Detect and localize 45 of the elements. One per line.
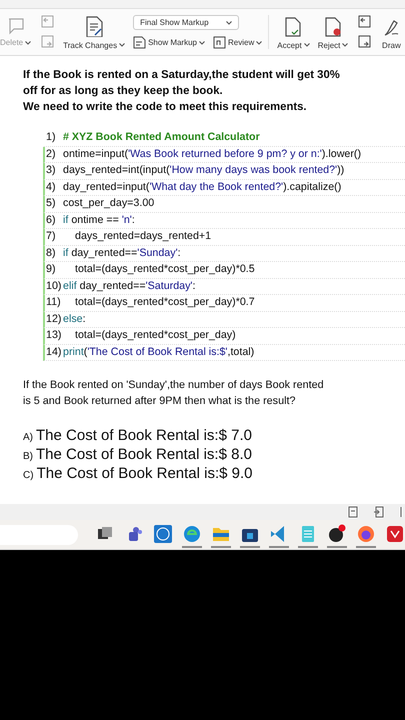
ribbon-button[interactable]: Track Changes xyxy=(63,14,126,50)
paragraph-text: If the Book is rented on a Saturday,the student will get 30% off for as long as they keep the book. xyxy=(23,68,341,99)
code-line: 13) total=(days_rented*cost_per_day) xyxy=(43,328,405,344)
print-layout-icon[interactable] xyxy=(373,506,385,518)
document-icon xyxy=(133,36,146,49)
code-line: 3) days_rented=int(input('How many days was book rented?')) xyxy=(43,163,405,180)
code-line: 8) if day_rented=='Sunday': xyxy=(43,246,405,262)
caret-icon xyxy=(226,20,232,24)
caret-icon xyxy=(256,40,262,44)
ribbon-button[interactable]: Reject xyxy=(318,14,348,50)
paragraph-text: We need to write the code to meet this requirements. xyxy=(23,100,308,115)
code-line: 10)elif day_rented=='Saturday': xyxy=(43,278,405,295)
code-line: 11) total=(days_rented*cost_per_day)*0.7 xyxy=(43,295,405,312)
markup-dropdown[interactable]: Final Show Markup xyxy=(133,15,240,30)
caret-icon xyxy=(342,43,348,47)
ribbon-button[interactable]: Draw xyxy=(380,14,402,50)
caret-icon xyxy=(119,43,126,47)
previous-icon[interactable] xyxy=(356,14,372,30)
next-icon[interactable] xyxy=(356,34,372,50)
option-text: The Cost of Book Rental is:$ 7.0 xyxy=(36,427,252,444)
caret-icon xyxy=(304,43,310,47)
panel-icon xyxy=(213,36,226,49)
review-button[interactable]: Review xyxy=(213,36,262,49)
code-line: 12)else: xyxy=(43,312,405,328)
comment-icon xyxy=(6,17,25,35)
ribbon-button[interactable]: Accept xyxy=(277,14,310,50)
code-line: 14)print('The Cost of Book Rental is:$',total) xyxy=(43,344,405,361)
option-letter: B) xyxy=(23,451,33,462)
caret-icon xyxy=(199,40,205,44)
code-line: 5) cost_per_day=3.00 xyxy=(43,196,405,212)
code-line: 6) if ontime == 'n': xyxy=(43,212,405,229)
option-letter: C) xyxy=(23,470,34,481)
code-line: 2) ontime=input('Was Book returned before 9 pm? y or n:').lower() xyxy=(43,146,405,163)
option-letter: A) xyxy=(23,432,33,443)
code-line: 1) # XYZ Book Rented Amount Calculator xyxy=(43,130,405,146)
code-line: 7) days_rented=days_rented+1 xyxy=(43,229,405,246)
show-markup-button[interactable]: Show Markup xyxy=(133,36,205,49)
option-text: The Cost of Book Rental is:$ 9.0 xyxy=(36,465,253,482)
option-text: The Cost of Book Rental is:$ 8.0 xyxy=(36,446,252,463)
question-text: If the Book rented on 'Sunday',the number of days Book rented is 5 and Book returned after 9PM then what is the result? xyxy=(23,378,325,409)
code-line: 4) day_rented=input('What day the Book rented?').capitalize() xyxy=(43,180,405,196)
record-icon[interactable] xyxy=(327,522,347,548)
caret-icon xyxy=(25,40,32,44)
read-mode-icon[interactable] xyxy=(347,506,359,518)
code-line: 9) total=(days_rented*cost_per_day)*0.5 xyxy=(43,262,405,278)
